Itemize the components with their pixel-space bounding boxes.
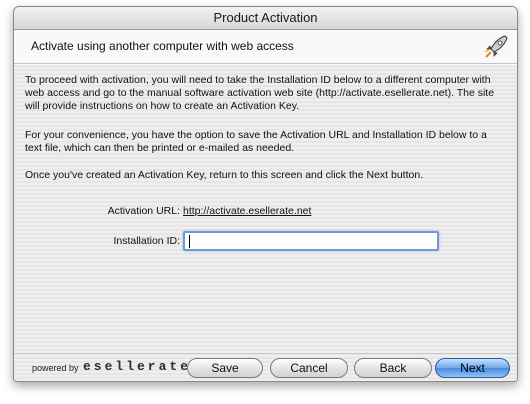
esellerate-logo: esellerate	[83, 359, 192, 374]
activation-url-link[interactable]: http://activate.esellerate.net	[183, 205, 311, 217]
instructions-paragraph-1: To proceed with activation, you will nee…	[25, 74, 495, 112]
button-bar: powered by esellerate Save Cancel Back N…	[14, 353, 517, 381]
product-activation-window: Product Activation Activate using anothe…	[13, 6, 518, 382]
cancel-button[interactable]: Cancel	[270, 358, 348, 378]
step-header-title: Activate using another computer with web…	[31, 39, 294, 53]
window-titlebar[interactable]: Product Activation	[14, 7, 517, 30]
instructions-paragraph-2: For your convenience, you have the optio…	[25, 129, 487, 154]
instructions-panel: To proceed with activation, you will nee…	[14, 64, 517, 353]
instructions-paragraph-3: Once you've created an Activation Key, r…	[25, 169, 424, 181]
next-button[interactable]: Next	[435, 358, 510, 378]
back-button[interactable]: Back	[354, 358, 432, 378]
text-caret	[189, 235, 190, 248]
step-header: Activate using another computer with web…	[14, 30, 517, 64]
powered-by-text: powered by	[32, 363, 79, 373]
window-title: Product Activation	[213, 10, 318, 25]
save-button[interactable]: Save	[187, 358, 263, 378]
rocket-icon	[483, 34, 509, 60]
installation-id-label: Installation ID:	[113, 235, 180, 247]
installation-id-field[interactable]	[183, 231, 439, 251]
activation-url-label: Activation URL:	[107, 205, 180, 217]
